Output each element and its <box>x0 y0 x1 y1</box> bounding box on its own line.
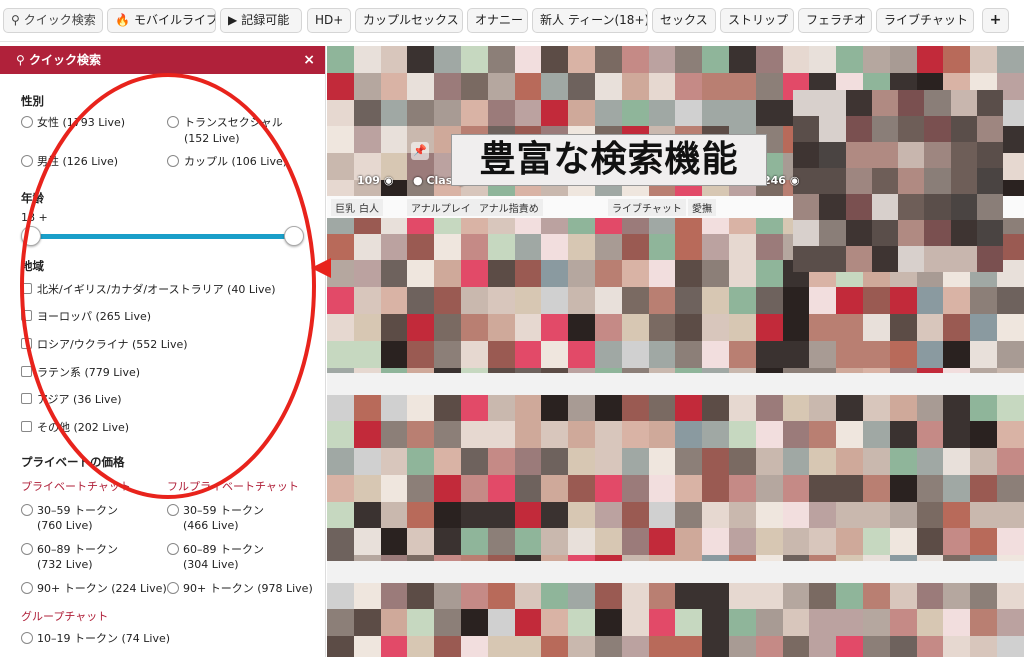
chip-label: 記録可能 <box>241 13 290 27</box>
fire-icon: 🔥 <box>115 13 130 27</box>
gender-couple-label: カップル (106 Live) <box>184 155 288 168</box>
gender-title: 性別 <box>21 94 44 108</box>
age-range-label: 18 + <box>21 211 48 224</box>
price-title: プライベートの価格 <box>21 455 125 469</box>
chip-recordable[interactable]: ▶ 記録可能 <box>220 8 302 33</box>
chip-label: HD+ <box>315 13 344 27</box>
full-30-label: 30–59 トークン <box>183 504 264 517</box>
region-title: 地域 <box>21 259 44 273</box>
age-slider-min-handle[interactable] <box>21 226 41 246</box>
full-60-radio[interactable] <box>167 543 179 555</box>
chip-label: フェラチオ <box>806 13 867 27</box>
gender-trans-radio[interactable] <box>167 116 179 128</box>
chip-label: セックス <box>660 13 708 27</box>
age-slider-max-handle[interactable] <box>284 226 304 246</box>
region-asia-label: アジア (36 Live) <box>37 393 122 406</box>
region-latin-checkbox[interactable] <box>21 366 32 377</box>
chip-sex[interactable]: セックス <box>652 8 716 33</box>
full-30-count: (466 Live) <box>183 519 239 532</box>
chip-new-teen[interactable]: 新人 ティーン(18+) <box>532 8 648 33</box>
gender-female-label: 女性 (1793 Live) <box>37 116 126 129</box>
tag[interactable]: 白人 <box>355 199 383 216</box>
tag[interactable]: アナル指責め <box>475 199 543 216</box>
private-90-label: 90+ トークン (224 Live) <box>37 582 167 595</box>
more-categories-button[interactable]: + <box>982 8 1009 33</box>
region-na-label: 北米/イギリス/カナダ/オーストラリア (40 Live) <box>37 283 276 296</box>
private-30-label: 30–59 トークン <box>37 504 118 517</box>
chip-label: ライブチャット <box>884 13 968 27</box>
chip-live-chat[interactable]: ライブチャット <box>876 8 974 33</box>
gender-trans-count: (152 Live) <box>184 132 240 145</box>
gender-male-radio[interactable] <box>21 155 33 167</box>
viewer-count: 109 ◉ <box>357 174 393 187</box>
close-icon[interactable]: × <box>303 46 315 74</box>
region-europe-label: ヨーロッパ (265 Live) <box>37 310 152 323</box>
gender-male-label: 男性 (126 Live) <box>37 155 119 168</box>
chip-label: 新人 ティーン(18+) <box>540 13 648 27</box>
full-private-chat-heading: フルプライベートチャット <box>167 480 299 493</box>
region-asia-checkbox[interactable] <box>21 393 32 404</box>
search-icon: ⚲ <box>11 13 20 27</box>
category-bar: ⚲ クイック検索 🔥 モバイルライブ ▶ 記録可能 HD+ カップルセックス オナニー… <box>0 0 1024 42</box>
tag[interactable]: ライブチャット <box>608 199 686 216</box>
tag[interactable]: アナルプレイ <box>407 199 475 216</box>
group-10-radio[interactable] <box>21 632 33 644</box>
full-60-label: 60–89 トークン <box>183 543 264 556</box>
region-europe-checkbox[interactable] <box>21 310 32 321</box>
tag[interactable]: 愛撫 <box>688 199 716 216</box>
gender-trans-label: トランスセクシャル <box>184 116 283 129</box>
chip-fellatio[interactable]: フェラチオ <box>798 8 872 33</box>
chip-couple-sex[interactable]: カップルセックス <box>355 8 463 33</box>
region-russia-checkbox[interactable] <box>21 338 32 349</box>
row-divider <box>327 373 1024 395</box>
more-label: + <box>989 12 1002 28</box>
region-russia-label: ロシア/ウクライナ (552 Live) <box>37 338 188 351</box>
eye-icon: ◉ <box>789 174 800 187</box>
eye-icon: ◉ <box>383 174 394 187</box>
full-60-count: (304 Live) <box>183 558 239 571</box>
thumbnail-block[interactable] <box>793 90 1003 290</box>
chip-label: ストリップ <box>728 13 789 27</box>
quick-search-panel: ⚲ クイック検索 × 性別 女性 (1793 Live) トランスセクシャル (… <box>0 46 326 657</box>
gender-couple-radio[interactable] <box>167 155 179 167</box>
full-90-radio[interactable] <box>167 582 179 594</box>
age-title: 年齢 <box>21 191 44 205</box>
private-60-label: 60–89 トークン <box>37 543 118 556</box>
quick-search-label: クイック検索 <box>23 13 96 27</box>
pin-icon[interactable]: 📌 <box>411 142 429 160</box>
age-slider-track[interactable] <box>30 234 294 239</box>
region-other-label: その他 (202 Live) <box>37 421 130 434</box>
panel-title: クイック検索 <box>28 53 101 67</box>
full-30-radio[interactable] <box>167 504 179 516</box>
feature-banner: 豊富な検索機能 <box>451 134 767 186</box>
search-icon: ⚲ <box>16 53 29 67</box>
chip-masturbation[interactable]: オナニー <box>467 8 528 33</box>
chip-label: モバイルライブ <box>133 13 216 27</box>
group-chat-heading: グループチャット <box>21 610 109 623</box>
region-latin-label: ラテン系 (779 Live) <box>37 366 141 379</box>
camera-icon: ▶ <box>228 13 238 27</box>
group-10-label: 10–19 トークン (74 Live) <box>37 632 171 645</box>
private-60-count: (732 Live) <box>37 558 93 571</box>
private-30-radio[interactable] <box>21 504 33 516</box>
chip-hd[interactable]: HD+ <box>307 8 351 33</box>
gender-female-radio[interactable] <box>21 116 33 128</box>
region-other-checkbox[interactable] <box>21 421 32 432</box>
quick-search-chip[interactable]: ⚲ クイック検索 <box>3 8 103 33</box>
full-90-label: 90+ トークン (978 Live) <box>183 582 313 595</box>
panel-header: ⚲ クイック検索 × <box>0 46 325 74</box>
chip-strip[interactable]: ストリップ <box>720 8 794 33</box>
chip-mobile-live[interactable]: 🔥 モバイルライブ <box>107 8 216 33</box>
private-60-radio[interactable] <box>21 543 33 555</box>
chip-label: カップルセックス <box>363 13 459 27</box>
viewer-count: 246 ◉ <box>763 174 799 187</box>
private-30-count: (760 Live) <box>37 519 93 532</box>
private-90-radio[interactable] <box>21 582 33 594</box>
private-chat-heading: プライベートチャット <box>21 480 131 493</box>
chip-label: オナニー <box>475 13 524 27</box>
region-na-checkbox[interactable] <box>21 283 32 294</box>
row-divider <box>327 561 1024 583</box>
viewer-number: 109 <box>357 174 380 187</box>
